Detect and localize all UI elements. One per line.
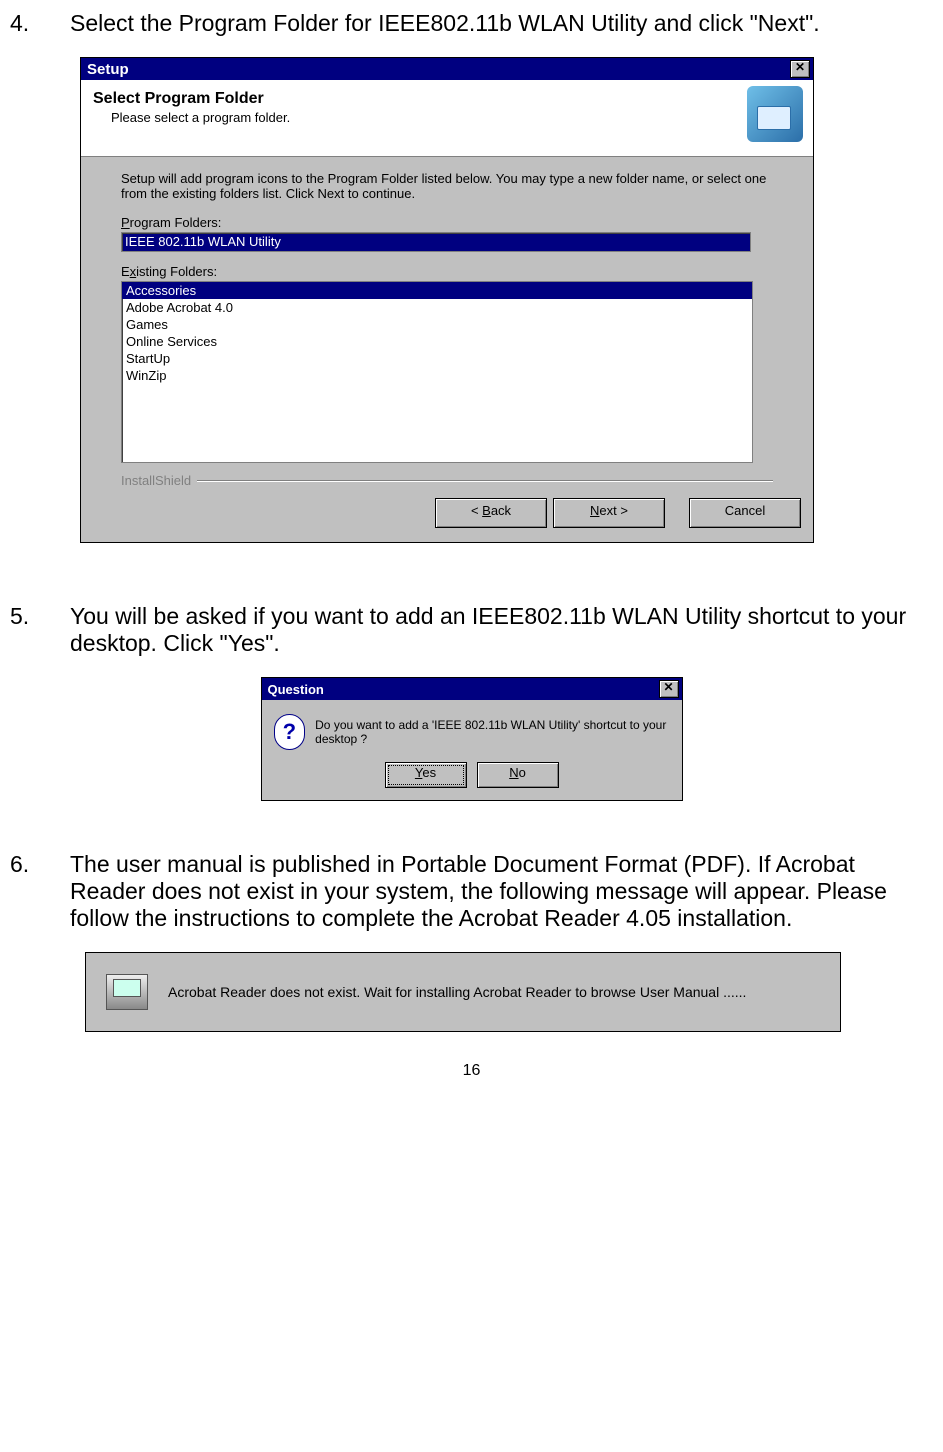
cancel-button[interactable]: Cancel xyxy=(689,498,801,528)
list-item[interactable]: Online Services xyxy=(122,333,752,350)
installshield-label: InstallShield xyxy=(81,473,813,488)
setup-header-subtitle: Please select a program folder. xyxy=(111,110,801,125)
back-button[interactable]: < Back xyxy=(435,498,547,528)
close-icon[interactable]: ✕ xyxy=(659,680,679,698)
no-button[interactable]: No xyxy=(477,762,559,788)
list-item[interactable]: Accessories xyxy=(122,282,752,299)
list-item[interactable]: StartUp xyxy=(122,350,752,367)
list-item[interactable]: Games xyxy=(122,316,752,333)
step-4-number: 4. xyxy=(10,10,70,37)
next-button[interactable]: Next > xyxy=(553,498,665,528)
question-buttons: Yes No xyxy=(262,758,682,800)
monitor-icon xyxy=(106,974,148,1010)
question-titlebar: Question ✕ xyxy=(262,678,682,700)
step-5-text: You will be asked if you want to add an … xyxy=(70,603,933,657)
setup-buttons: < Back Next > Cancel xyxy=(81,488,813,542)
yes-button[interactable]: Yes xyxy=(385,762,467,788)
label-existing-folders: Existing Folders: xyxy=(121,264,773,279)
info-text: Acrobat Reader does not exist. Wait for … xyxy=(168,984,746,1000)
existing-folders-list[interactable]: Accessories Adobe Acrobat 4.0 Games Onli… xyxy=(121,281,753,463)
step-5: 5. You will be asked if you want to add … xyxy=(10,603,933,657)
setup-header-title: Select Program Folder xyxy=(93,90,801,108)
setup-header: Select Program Folder Please select a pr… xyxy=(81,80,813,157)
setup-body: Setup will add program icons to the Prog… xyxy=(81,157,813,473)
computer-icon xyxy=(747,86,803,142)
setup-titlebar: Setup ✕ xyxy=(81,58,813,80)
question-dialog: Question ✕ ? Do you want to add a 'IEEE … xyxy=(261,677,683,801)
step-4: 4. Select the Program Folder for IEEE802… xyxy=(10,10,933,37)
page-number: 16 xyxy=(10,1062,933,1080)
question-body: ? Do you want to add a 'IEEE 802.11b WLA… xyxy=(262,700,682,758)
setup-title: Setup xyxy=(87,61,790,78)
step-4-text: Select the Program Folder for IEEE802.11… xyxy=(70,10,933,37)
step-6-text: The user manual is published in Portable… xyxy=(70,851,933,932)
list-item[interactable]: Adobe Acrobat 4.0 xyxy=(122,299,752,316)
setup-intro: Setup will add program icons to the Prog… xyxy=(121,171,773,201)
step-6-number: 6. xyxy=(10,851,70,932)
label-program-folders: Program Folders: xyxy=(121,215,773,230)
question-text: Do you want to add a 'IEEE 802.11b WLAN … xyxy=(315,718,669,746)
info-dialog: Acrobat Reader does not exist. Wait for … xyxy=(85,952,841,1032)
close-icon[interactable]: ✕ xyxy=(790,60,810,78)
list-item[interactable]: WinZip xyxy=(122,367,752,384)
setup-dialog: Setup ✕ Select Program Folder Please sel… xyxy=(80,57,814,543)
question-icon: ? xyxy=(274,714,306,750)
step-5-number: 5. xyxy=(10,603,70,657)
program-folders-input[interactable]: IEEE 802.11b WLAN Utility xyxy=(121,232,751,252)
step-6: 6. The user manual is published in Porta… xyxy=(10,851,933,932)
question-title: Question xyxy=(268,682,659,697)
